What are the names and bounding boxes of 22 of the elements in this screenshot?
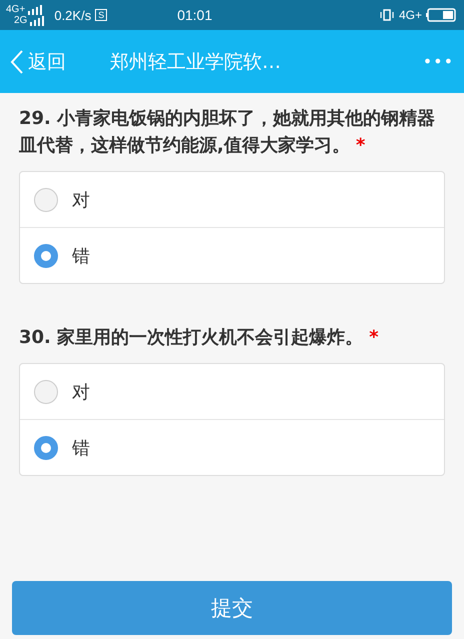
question-text: 30. 家里用的一次性打火机不会引起爆炸。 * [19,326,380,350]
radio-button[interactable] [34,244,58,268]
signal-icon [28,4,42,14]
vibrate-icon [378,9,395,21]
sim-badge: S [95,9,108,21]
signal-icon [30,16,44,26]
network-label: 4G+ [6,4,26,15]
radio-button[interactable] [34,380,58,404]
network-label: 4G+ [398,8,422,22]
radio-button[interactable] [34,436,58,460]
radio-button[interactable] [34,188,58,212]
radio-option[interactable]: 错 [20,419,444,475]
battery-icon [426,8,456,22]
page-title: 郑州轻工业学院软… [110,50,281,74]
radio-option[interactable]: 对 [20,364,444,419]
clock: 01:01 [177,7,212,23]
back-icon [10,48,24,74]
network-speed: 0.2K/s [54,8,92,22]
network-label: 2G [14,15,28,26]
radio-option[interactable]: 对 [20,172,444,227]
question-text: 29. 小青家电饭锅的内胆坏了，她就用其他的钢精器皿代替，这样做节约能源,值得大家学习。 * [19,107,436,158]
radio-option[interactable]: 错 [20,227,444,283]
